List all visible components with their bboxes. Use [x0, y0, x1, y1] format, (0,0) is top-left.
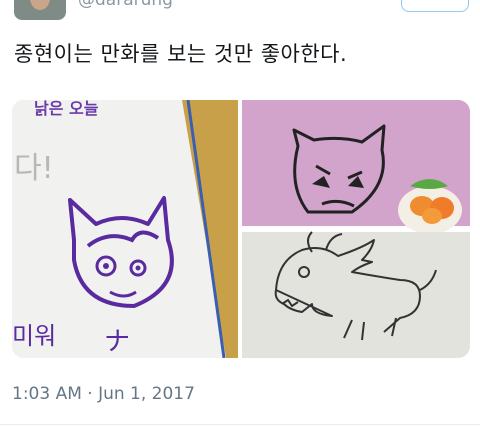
photo-grid: 낡은 오늘 다! 미워 ナ — [12, 100, 470, 358]
tweet-timestamp[interactable]: 1:03 AM · Jun 1, 2017 — [12, 384, 195, 404]
photo-top-right[interactable] — [242, 100, 470, 234]
avatar-face — [30, 0, 50, 10]
photo-left-text-top: 낡은 오늘 — [34, 100, 99, 118]
user-handle[interactable]: @dararung — [78, 0, 173, 10]
follow-button[interactable] — [401, 0, 469, 12]
divider — [0, 424, 480, 425]
photo-left-text-bottom: 미워 — [12, 322, 56, 350]
tweet-text: 종현이는 만화를 보는 것만 좋아한다. — [14, 42, 348, 66]
photo-left-text-mid: 다! — [14, 151, 54, 186]
photo-left-text-mark: ナ — [104, 327, 130, 357]
photo-bottom-right[interactable] — [242, 231, 470, 358]
photo-left[interactable]: 낡은 오늘 다! 미워 ナ — [12, 100, 238, 358]
tweet-media[interactable]: 낡은 오늘 다! 미워 ナ — [12, 100, 470, 358]
avatar[interactable] — [14, 0, 66, 20]
tweet-header: @dararung — [0, 0, 480, 28]
